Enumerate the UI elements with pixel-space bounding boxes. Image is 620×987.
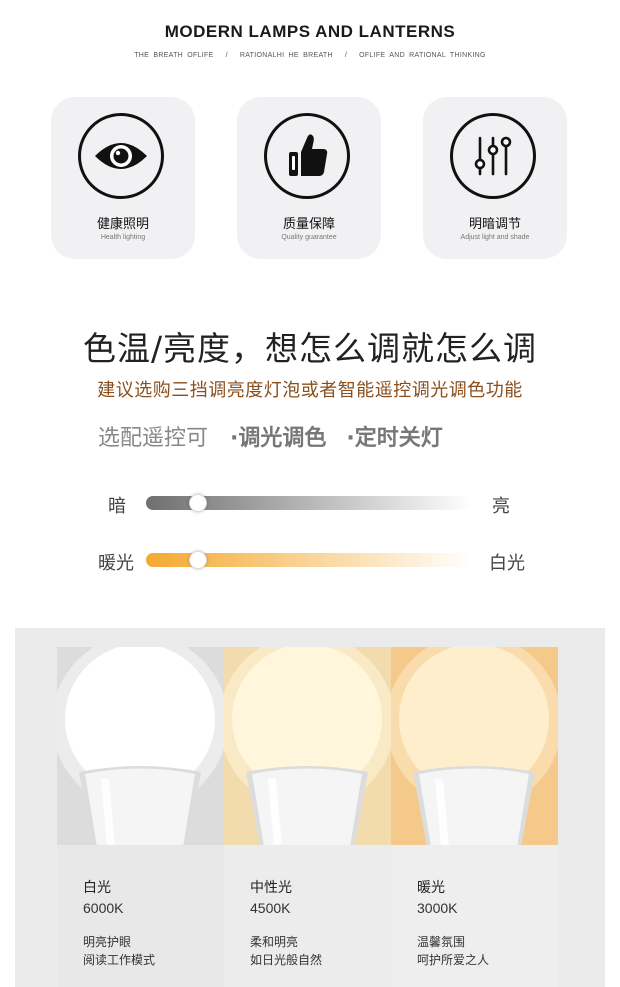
feature-subtitle: Health lighting [100,234,146,241]
bulb-description: 明亮护眼 [83,935,132,949]
feature-card-health: 健康照明 Health lighting [51,97,195,259]
option-dimming: ·调光调色 [230,426,327,451]
bulb-temperature: 6000K [83,900,124,916]
feature-subtitle: Adjust light and shade [460,234,530,241]
bulb-tile-warm: 暖光 3000K 温馨氛围 呵护所爱之人 [391,647,558,987]
promo-headline: 色温/亮度，想怎么调就怎么调 [82,329,538,368]
feature-card-quality: 质量保障 Quality guarantee [237,97,381,259]
feature-title: 明暗调节 [468,217,521,232]
tagline: THE BREATH OFLIFE / RATIONALHI HE BREATH / O… [0,52,620,59]
bulb-name: 暖光 [417,880,445,896]
bulb-description: 温馨氛围 [417,935,466,949]
thumbs-up-icon [264,113,350,199]
feature-subtitle: Quality guarantee [281,234,337,241]
feature-title: 质量保障 [282,217,335,232]
bulb-tile-neutral: 中性光 4500K 柔和明亮 如日光般自然 [224,647,391,987]
bulb-description: 呵护所爱之人 [417,953,490,967]
eye-icon [78,113,164,199]
option-timer: ·定时关灯 [346,426,443,451]
bulb-description: 阅读工作模式 [83,953,156,967]
bulb-temperature: 4500K [250,900,291,916]
promo-subline: 建议选购三挡调亮度灯泡或者智能遥控调光调色功能 [97,380,523,401]
feature-title: 健康照明 [96,217,149,232]
brightness-max-label: 亮 [492,496,510,517]
feature-card-dimming: 明暗调节 Adjust light and shade [423,97,567,259]
bulb-image [391,647,558,847]
bulb-tile-white: 白光 6000K 明亮护眼 阅读工作模式 [57,647,224,987]
brightness-min-label: 暗 [108,496,126,517]
bulb-name: 中性光 [250,880,292,896]
bulb-description: 柔和明亮 [250,935,299,949]
sliders-icon [450,113,536,199]
tagline-part-3: OFLIFE AND RATIONAL THINKING [359,52,486,59]
bulb-image [224,647,391,847]
bulb-description: 如日光般自然 [250,953,323,967]
color-temp-max-label: 白光 [489,553,525,574]
promo-options: 选配遥控可 ·调光调色 ·定时关灯 [98,420,443,452]
tagline-separator: / [225,52,228,59]
bulb-temperature: 3000K [417,900,458,916]
color-temp-min-label: 暖光 [98,553,134,574]
tagline-part-1: THE BREATH OFLIFE [134,52,214,59]
page-title: MODERN LAMPS AND LANTERNS [164,22,456,41]
bulb-name: 白光 [83,880,111,896]
tagline-part-2: RATIONALHI HE BREATH [239,52,333,59]
bulb-image [57,647,224,847]
tagline-separator: / [344,52,348,59]
option-remote: 选配遥控可 [98,426,209,451]
